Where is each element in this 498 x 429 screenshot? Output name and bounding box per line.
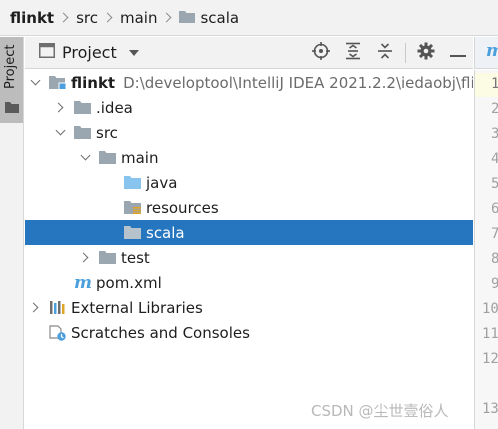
breadcrumb-label: scala	[200, 8, 240, 27]
tree-node-java[interactable]: java	[25, 170, 473, 195]
expand-arrow-icon[interactable]	[79, 150, 91, 164]
project-view-selector[interactable]: Project	[39, 43, 139, 62]
expand-all-button[interactable]	[339, 39, 367, 67]
hide-panel-button[interactable]	[444, 39, 472, 67]
tree-node-path: D:\developtool\IntelliJ IDEA 2021.2.2\ie…	[123, 73, 473, 92]
folder-icon	[74, 100, 92, 116]
project-panel-header: Project	[25, 37, 473, 69]
locate-button[interactable]	[307, 39, 335, 67]
project-window-icon	[39, 43, 55, 62]
tree-node-label: flinkt	[71, 73, 116, 92]
tree-node-label: Scratches and Consoles	[71, 323, 250, 342]
source-folder-icon	[124, 175, 142, 191]
project-tool-tab-label: Project	[3, 44, 18, 89]
scratches-icon	[49, 324, 67, 341]
expand-arrow-icon[interactable]	[29, 75, 41, 89]
line-number: 10	[482, 301, 498, 317]
line-number: 13	[482, 401, 498, 417]
line-number: 5	[491, 176, 498, 192]
tree-node-label: pom.xml	[96, 273, 162, 292]
module-folder-icon	[49, 75, 67, 91]
editor-gutter: 1 2 3 4 5 6 7 8 9 10 11 12 13	[474, 70, 498, 429]
line-number: 3	[491, 126, 498, 142]
folder-icon	[124, 225, 142, 241]
folder-icon	[99, 250, 117, 266]
project-tree: flinkt D:\developtool\IntelliJ IDEA 2021…	[25, 70, 473, 429]
expand-arrow-icon[interactable]	[28, 302, 41, 314]
locate-icon	[312, 42, 330, 64]
panel-toolbar	[307, 37, 476, 69]
line-number: 11	[482, 326, 498, 342]
folder-icon	[99, 150, 117, 166]
folder-icon	[5, 99, 19, 117]
gear-icon	[417, 42, 435, 64]
watermark: CSDN @尘世壹俗人	[311, 402, 449, 420]
editor-tab-pom[interactable]: m	[474, 37, 498, 69]
collapse-all-button[interactable]	[371, 39, 399, 67]
tree-node-label: resources	[146, 198, 219, 217]
tree-node-label: .idea	[96, 98, 133, 117]
breadcrumb-item-src[interactable]: src	[76, 9, 98, 27]
line-number: 1	[491, 76, 498, 92]
folder-icon	[74, 125, 92, 141]
breadcrumb-item-main[interactable]: main	[120, 9, 157, 27]
expand-arrow-icon[interactable]	[78, 252, 91, 264]
tool-window-strip: Project	[0, 37, 24, 429]
tree-node-resources[interactable]: resources	[25, 195, 473, 220]
tree-node-label: External Libraries	[71, 298, 203, 317]
folder-icon	[179, 9, 196, 27]
expand-all-icon	[345, 42, 361, 64]
line-number: 8	[491, 251, 498, 267]
tree-node-label: main	[121, 148, 159, 167]
line-number: 9	[491, 276, 498, 292]
line-number: 7	[491, 226, 498, 242]
tree-node-pom-xml[interactable]: m pom.xml	[25, 270, 473, 295]
libraries-icon	[49, 300, 67, 316]
tree-node-test[interactable]: test	[25, 245, 473, 270]
tree-node-flinkt[interactable]: flinkt D:\developtool\IntelliJ IDEA 2021…	[25, 70, 473, 95]
line-number: 12	[482, 351, 498, 367]
line-number: 6	[491, 201, 498, 217]
tree-node-idea[interactable]: .idea	[25, 95, 473, 120]
toolbar-divider	[405, 43, 406, 63]
breadcrumb-item-flinkt[interactable]: flinkt	[10, 9, 54, 27]
project-panel-title: Project	[62, 43, 117, 62]
line-number: 4	[491, 151, 498, 167]
chevron-down-icon	[128, 49, 139, 56]
tree-node-scala[interactable]: scala	[25, 220, 473, 245]
breadcrumb-separator-icon	[162, 12, 172, 23]
breadcrumb-separator-icon	[58, 12, 69, 23]
tree-node-main[interactable]: main	[25, 145, 473, 170]
tree-node-label: src	[96, 123, 118, 142]
expand-arrow-icon[interactable]	[54, 125, 66, 139]
breadcrumb-separator-icon	[102, 12, 113, 23]
breadcrumb-label: flinkt	[10, 8, 55, 27]
tree-node-external-libraries[interactable]: External Libraries	[25, 295, 473, 320]
tree-node-src[interactable]: src	[25, 120, 473, 145]
minimize-icon	[450, 44, 466, 62]
project-tool-tab[interactable]: Project	[0, 37, 23, 123]
settings-button[interactable]	[412, 39, 440, 67]
breadcrumb-label: main	[120, 8, 158, 27]
breadcrumb: flinkt src main scala	[0, 0, 498, 36]
tree-node-label: java	[146, 173, 178, 192]
breadcrumb-label: src	[76, 8, 98, 27]
expand-arrow-icon[interactable]	[53, 102, 66, 114]
collapse-all-icon	[377, 42, 393, 64]
line-number: 2	[491, 101, 498, 117]
resources-folder-icon	[124, 200, 142, 216]
tree-node-label: scala	[146, 223, 185, 242]
maven-file-icon: m	[74, 272, 92, 293]
breadcrumb-item-scala[interactable]: scala	[179, 9, 239, 27]
tree-node-scratches[interactable]: Scratches and Consoles	[25, 320, 473, 345]
tree-node-label: test	[121, 248, 150, 267]
maven-file-icon: m	[486, 41, 498, 61]
